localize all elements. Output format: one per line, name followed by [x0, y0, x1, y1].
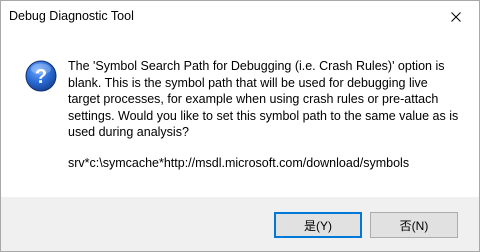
message-dialog: Debug Diagnostic Tool ? The 'Symbol Sear…: [0, 0, 480, 252]
dialog-content: ? The 'Symbol Search Path for Debugging …: [1, 32, 479, 197]
window-title: Debug Diagnostic Tool: [9, 9, 134, 23]
button-bar: 是(Y) 否(N): [1, 197, 479, 251]
yes-button[interactable]: 是(Y): [274, 212, 362, 238]
dialog-message: The 'Symbol Search Path for Debugging (i…: [68, 59, 459, 139]
svg-text:?: ?: [35, 66, 47, 88]
symbol-path-text: srv*c:\symcache*http://msdl.microsoft.co…: [68, 156, 410, 170]
close-icon: [451, 11, 461, 22]
title-bar[interactable]: Debug Diagnostic Tool: [1, 1, 479, 32]
close-button[interactable]: [433, 1, 479, 32]
no-button[interactable]: 否(N): [370, 212, 458, 238]
question-icon: ?: [25, 60, 57, 92]
